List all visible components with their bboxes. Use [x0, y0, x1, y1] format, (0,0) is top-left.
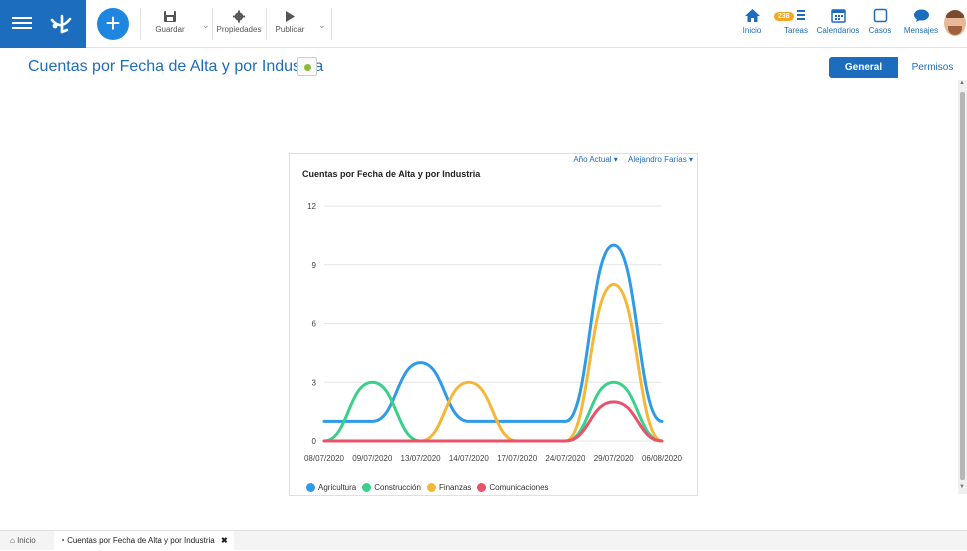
legend-item[interactable]: Construcción [362, 483, 421, 492]
properties-label: Propiedades [216, 25, 262, 34]
nav-calendars[interactable]: Calendarios [815, 8, 861, 35]
tab-permisos[interactable]: Permisos [898, 57, 967, 78]
nav-tasks[interactable]: Tareas [781, 8, 811, 35]
chart-legend: Agricultura Construcción Finanzas Comunicac… [306, 483, 555, 492]
cases-icon [873, 8, 887, 23]
legend-swatch-icon [426, 483, 436, 492]
chart-card: Año Actual ▾ Alejandro Farías ▾ Cuentas … [289, 153, 698, 496]
properties-button[interactable]: Propiedades [216, 10, 262, 34]
home-small-icon: ⌂ [10, 536, 15, 545]
y-tick-label: 3 [312, 378, 317, 387]
legend-item[interactable]: Comunicaciones [477, 483, 549, 492]
nav-cases-label: Casos [868, 26, 892, 35]
nav-home-label: Inicio [742, 26, 762, 35]
play-icon [286, 11, 295, 22]
calendar-icon [830, 9, 846, 23]
status-dot-icon [304, 64, 311, 71]
legend-swatch-icon [362, 483, 372, 492]
logo-icon[interactable] [46, 10, 74, 38]
nav-tasks-label: Tareas [783, 26, 808, 35]
scroll-up-icon[interactable]: ▲ [959, 80, 965, 86]
tab-general[interactable]: General [829, 57, 898, 78]
y-tick-label: 9 [312, 261, 317, 270]
legend-label: Construcción [374, 483, 421, 492]
tasks-icon [796, 10, 805, 20]
legend-swatch-icon [306, 483, 315, 492]
legend-item[interactable]: Agricultura [306, 483, 356, 492]
y-tick-label: 0 [312, 437, 317, 446]
x-tick-label: 09/07/2020 [352, 454, 393, 463]
footer-home-tab[interactable]: ⌂ Inicio [10, 531, 36, 551]
series-line-finanzas [322, 282, 664, 443]
hamburger-menu-icon[interactable] [12, 14, 32, 34]
pie-chart-icon: ◔ [60, 536, 65, 545]
save-button[interactable]: Guardar [152, 10, 188, 34]
x-tick-label: 13/07/2020 [401, 454, 442, 463]
legend-label: Comunicaciones [489, 483, 549, 492]
toolbar-divider [140, 8, 141, 40]
footer-tab-label: Cuentas por Fecha de Alta y por Industri… [67, 536, 215, 545]
nav-cases[interactable]: Casos [866, 8, 894, 35]
top-bar: + Guardar ⌄ Propiedades Publicar ⌄ Inici… [0, 0, 967, 48]
status-indicator[interactable] [297, 57, 317, 76]
x-tick-label: 06/08/2020 [642, 454, 683, 463]
publish-button[interactable]: Publicar [274, 10, 306, 34]
user-avatar[interactable] [944, 10, 966, 36]
chat-bubble-icon [913, 9, 929, 22]
close-tab-icon[interactable]: ✖ [221, 536, 228, 545]
legend-item[interactable]: Finanzas [426, 483, 472, 492]
x-tick-label: 24/07/2020 [545, 454, 586, 463]
nav-messages[interactable]: Mensajes [902, 8, 940, 35]
scroll-down-icon[interactable]: ▼ [959, 484, 965, 490]
footer-home-label: Inicio [17, 536, 36, 545]
y-tick-label: 12 [307, 202, 316, 211]
legend-label: Agricultura [318, 483, 357, 492]
scrollbar-thumb[interactable] [960, 92, 965, 480]
x-tick-label: 17/07/2020 [497, 454, 538, 463]
x-tick-label: 14/07/2020 [449, 454, 490, 463]
footer-tabs: ⌂ Inicio ◔ Cuentas por Fecha de Alta y p… [0, 530, 967, 551]
nav-messages-label: Mensajes [903, 26, 939, 35]
home-icon [744, 9, 760, 22]
footer-report-tab[interactable]: ◔ Cuentas por Fecha de Alta y por Indust… [54, 531, 234, 551]
publish-label: Publicar [275, 25, 305, 34]
brand-area [0, 0, 86, 48]
x-tick-label: 29/07/2020 [594, 454, 635, 463]
nav-home[interactable]: Inicio [737, 8, 767, 35]
save-label: Guardar [155, 25, 185, 34]
y-tick-label: 6 [312, 320, 317, 329]
legend-swatch-icon [477, 483, 487, 492]
nav-calendars-label: Calendarios [816, 26, 860, 35]
line-chart: 0 3 6 9 12 08/07/2020 09/07/2020 13/07/2020 14/0… [304, 202, 683, 463]
legend-label: Finanzas [438, 483, 472, 492]
series-line-agricultura [322, 243, 664, 423]
save-icon [164, 11, 176, 22]
page-title: Cuentas por Fecha de Alta y por Industri… [28, 58, 324, 75]
x-tick-label: 08/07/2020 [304, 454, 345, 463]
toolbar-divider [331, 8, 332, 40]
view-tabs: General Permisos [829, 57, 967, 78]
toolbar-divider [212, 8, 213, 40]
toolbar-divider [266, 8, 267, 40]
add-button[interactable]: + [97, 8, 129, 40]
vertical-scrollbar[interactable]: ▲ ▼ [958, 80, 967, 494]
save-dropdown-icon[interactable]: ⌄ [202, 20, 210, 31]
gear-icon [232, 10, 246, 23]
publish-dropdown-icon[interactable]: ⌄ [318, 20, 326, 31]
